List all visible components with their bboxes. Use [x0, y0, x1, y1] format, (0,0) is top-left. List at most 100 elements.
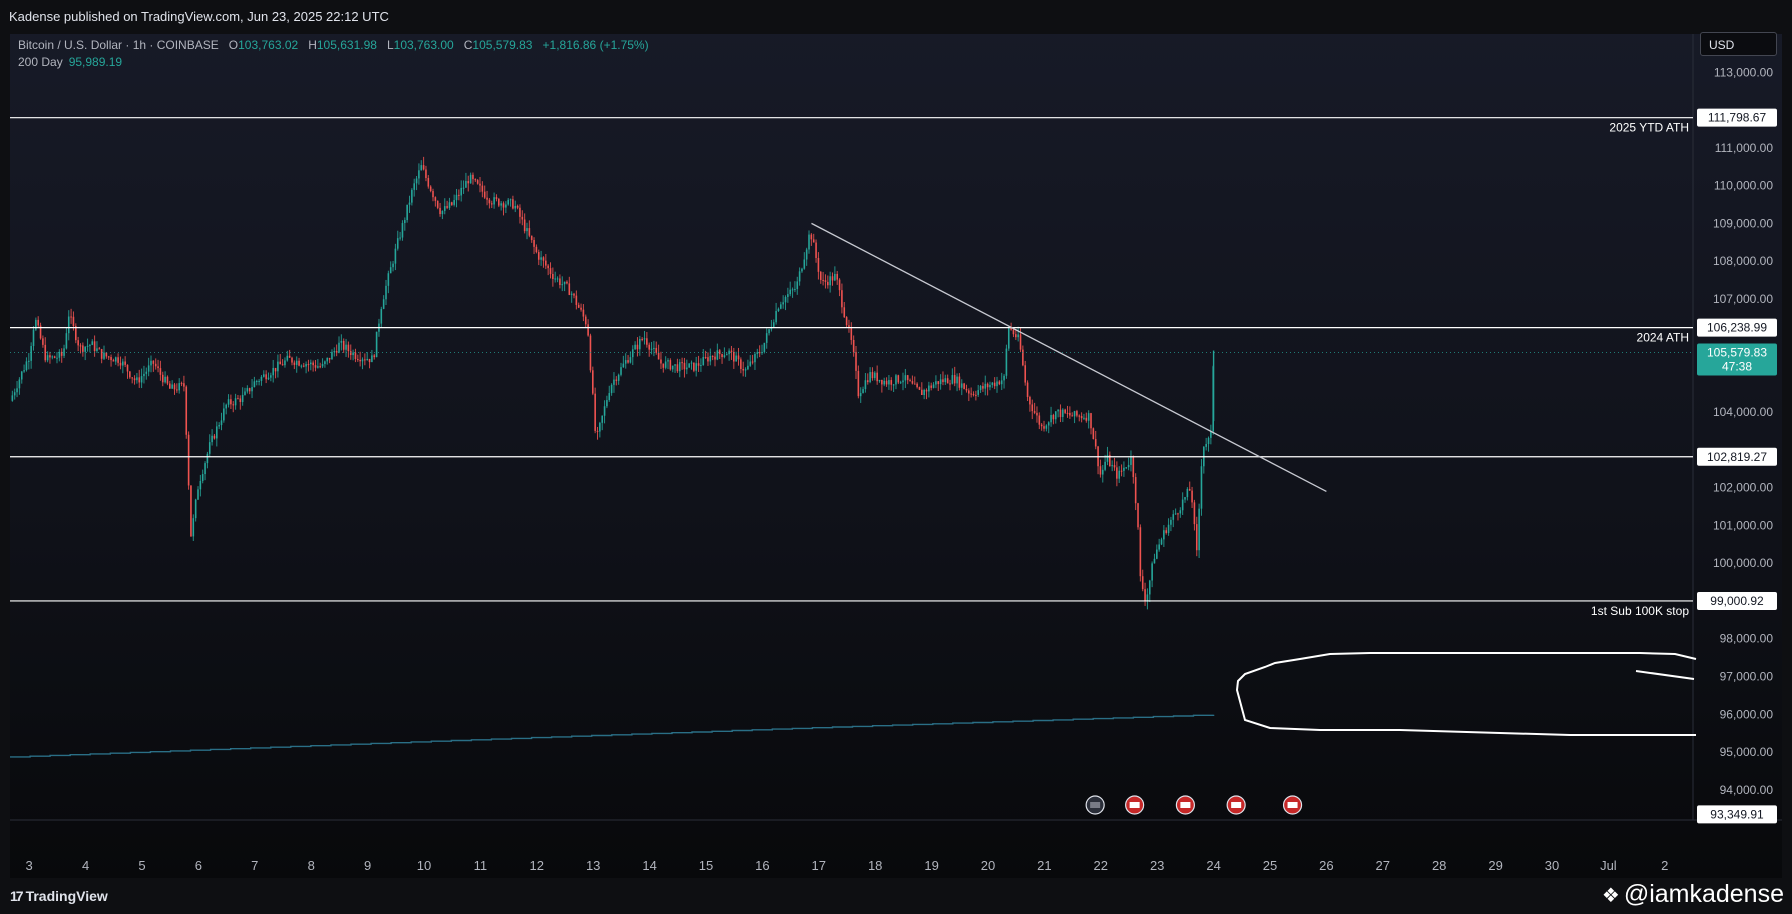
candle-body	[486, 197, 488, 200]
candle-body	[540, 257, 542, 260]
candle-body	[965, 388, 968, 391]
candle-body	[542, 257, 545, 261]
candle-body	[937, 381, 940, 385]
us-flag-icon[interactable]	[1282, 795, 1303, 815]
price-chart[interactable]: 2025 YTD ATH2024 ATH1st Sub 100K stop 94…	[0, 0, 1792, 878]
candle-body	[1015, 334, 1017, 338]
candle-body	[1156, 549, 1158, 559]
candle-body	[1188, 488, 1191, 491]
candle-body	[683, 362, 686, 370]
candle-body	[827, 281, 829, 286]
candle-body	[852, 339, 855, 353]
candle-body	[396, 238, 399, 249]
candle-body	[192, 518, 195, 537]
candle-body	[733, 351, 735, 362]
candle-body	[91, 341, 94, 345]
candle-body	[1198, 508, 1200, 551]
candle-body	[314, 365, 317, 368]
candle-body	[716, 350, 719, 360]
candle-body	[601, 415, 604, 423]
y-tick-label: 113,000.00	[1714, 65, 1773, 79]
candle-body	[514, 205, 517, 209]
candle-body	[533, 240, 535, 247]
candle-body	[44, 344, 47, 361]
candle-body	[789, 289, 792, 295]
y-tick-label: 94,000.00	[1720, 783, 1774, 797]
candle-body	[1026, 382, 1029, 397]
candle-body	[194, 499, 197, 519]
candle-body	[483, 191, 486, 198]
candle-body	[892, 384, 895, 386]
candle-body	[1087, 413, 1090, 421]
candle-body	[838, 279, 841, 291]
candle-body	[1153, 558, 1156, 564]
candle-body	[126, 364, 129, 372]
candle-body	[678, 362, 681, 372]
candle-body	[1125, 467, 1128, 469]
legend-symbol[interactable]: Bitcoin / U.S. Dollar · 1h · COINBASE	[18, 38, 219, 52]
candle-body	[617, 374, 620, 381]
candle-body	[1047, 422, 1050, 426]
candle-body	[371, 355, 373, 363]
candle-body	[512, 199, 514, 209]
x-tick-label: 30	[1545, 858, 1559, 873]
candle-body	[885, 380, 888, 385]
level-price-tag: 102,819.27	[1697, 447, 1777, 466]
candle-body	[667, 360, 669, 362]
y-tick-label: 100,000.00	[1713, 556, 1773, 570]
candle-body	[603, 406, 606, 416]
us-flag-icon[interactable]	[1125, 795, 1145, 815]
candle-body	[709, 355, 712, 362]
candle-body	[70, 316, 72, 318]
candle-body	[406, 204, 408, 221]
candle-body	[145, 371, 148, 374]
x-tick-label: 27	[1376, 858, 1390, 873]
candle-body	[718, 350, 721, 355]
candle-body	[613, 379, 615, 385]
legend-low: 103,763.00	[393, 38, 454, 52]
candle-body	[1017, 334, 1019, 338]
candle-body	[211, 435, 213, 443]
y-tick-label: 107,000.00	[1713, 292, 1773, 306]
candle-body	[331, 351, 333, 360]
candle-body	[772, 322, 775, 327]
candle-body	[368, 358, 371, 363]
candle-body	[1193, 502, 1196, 525]
candle-body	[765, 333, 768, 343]
candle-body	[1033, 411, 1036, 413]
candle-body	[650, 348, 653, 350]
candle-body	[500, 203, 502, 206]
tradingview-logo[interactable]: 17 TradingView	[10, 888, 108, 904]
candle-body	[117, 357, 119, 363]
us-flag-icon[interactable]	[1226, 795, 1246, 815]
candle-body	[465, 181, 467, 188]
flash-icon[interactable]	[1085, 795, 1105, 815]
candle-body	[1092, 428, 1095, 440]
candle-body	[563, 281, 566, 285]
candle-body	[1083, 417, 1085, 419]
candle-body	[498, 198, 500, 206]
x-tick-label: 9	[364, 858, 371, 873]
candle-body	[474, 179, 477, 181]
candle-body	[977, 390, 980, 395]
candle-body	[921, 389, 923, 396]
candle-body	[1174, 513, 1177, 515]
candle-body	[279, 361, 282, 365]
us-flag-icon[interactable]	[1175, 795, 1195, 815]
candle-body	[942, 379, 944, 383]
candle-body	[446, 206, 448, 208]
candle-body	[164, 376, 166, 383]
candle-body	[418, 170, 420, 179]
candle-body	[1132, 457, 1135, 478]
candle-body	[216, 426, 218, 439]
candle-body	[758, 352, 761, 354]
candle-body	[655, 347, 658, 353]
candle-body	[347, 344, 350, 352]
candle-body	[63, 348, 65, 356]
y-tick-label: 97,000.00	[1720, 670, 1774, 684]
candle-body	[881, 379, 883, 385]
legend-ma-label[interactable]: 200 Day	[18, 55, 63, 69]
currency-button[interactable]: USD	[1700, 32, 1777, 56]
candle-body	[1059, 409, 1062, 417]
candle-body	[1165, 530, 1168, 533]
